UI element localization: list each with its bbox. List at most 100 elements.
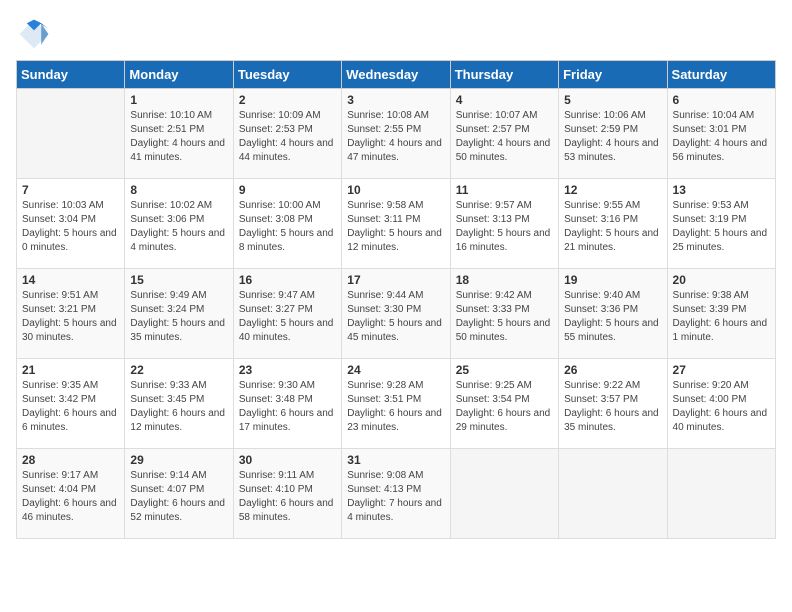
day-number: 10 xyxy=(347,183,444,197)
calendar-cell: 4 Sunrise: 10:07 AMSunset: 2:57 PMDayligh… xyxy=(450,89,558,179)
calendar-week-row: 21 Sunrise: 9:35 AMSunset: 3:42 PMDayligh… xyxy=(17,359,776,449)
day-header-tuesday: Tuesday xyxy=(233,61,341,89)
day-info: Sunrise: 9:49 AMSunset: 3:24 PMDaylight:… xyxy=(130,289,227,345)
day-info: Sunrise: 9:57 AMSunset: 3:13 PMDaylight:… xyxy=(456,199,553,255)
calendar-cell: 9 Sunrise: 10:00 AMSunset: 3:08 PMDayligh… xyxy=(233,179,341,269)
day-info: Sunrise: 10:09 AMSunset: 2:53 PMDaylight… xyxy=(239,109,336,165)
calendar-cell xyxy=(450,449,558,539)
day-number: 31 xyxy=(347,453,444,467)
day-number: 16 xyxy=(239,273,336,287)
day-info: Sunrise: 9:08 AMSunset: 4:13 PMDaylight:… xyxy=(347,469,444,525)
calendar-cell: 2 Sunrise: 10:09 AMSunset: 2:53 PMDayligh… xyxy=(233,89,341,179)
day-number: 4 xyxy=(456,93,553,107)
day-info: Sunrise: 9:55 AMSunset: 3:16 PMDaylight:… xyxy=(564,199,661,255)
day-number: 29 xyxy=(130,453,227,467)
day-info: Sunrise: 10:08 AMSunset: 2:55 PMDaylight… xyxy=(347,109,444,165)
day-number: 6 xyxy=(673,93,770,107)
calendar-cell: 3 Sunrise: 10:08 AMSunset: 2:55 PMDayligh… xyxy=(342,89,450,179)
day-number: 11 xyxy=(456,183,553,197)
calendar-cell: 15 Sunrise: 9:49 AMSunset: 3:24 PMDayligh… xyxy=(125,269,233,359)
day-number: 15 xyxy=(130,273,227,287)
day-info: Sunrise: 10:07 AMSunset: 2:57 PMDaylight… xyxy=(456,109,553,165)
day-header-friday: Friday xyxy=(559,61,667,89)
calendar-cell: 25 Sunrise: 9:25 AMSunset: 3:54 PMDayligh… xyxy=(450,359,558,449)
day-info: Sunrise: 9:11 AMSunset: 4:10 PMDaylight:… xyxy=(239,469,336,525)
calendar-cell: 8 Sunrise: 10:02 AMSunset: 3:06 PMDayligh… xyxy=(125,179,233,269)
calendar-week-row: 1 Sunrise: 10:10 AMSunset: 2:51 PMDayligh… xyxy=(17,89,776,179)
calendar-cell: 13 Sunrise: 9:53 AMSunset: 3:19 PMDayligh… xyxy=(667,179,775,269)
day-info: Sunrise: 9:17 AMSunset: 4:04 PMDaylight:… xyxy=(22,469,119,525)
day-info: Sunrise: 10:10 AMSunset: 2:51 PMDaylight… xyxy=(130,109,227,165)
calendar-cell: 14Sunrise: 9:51 AMSunset: 3:21 PMDayligh… xyxy=(17,269,125,359)
day-info: Sunrise: 9:38 AMSunset: 3:39 PMDaylight:… xyxy=(673,289,770,345)
day-info: Sunrise: 9:58 AMSunset: 3:11 PMDaylight:… xyxy=(347,199,444,255)
day-number: 20 xyxy=(673,273,770,287)
day-info: Sunrise: 9:25 AMSunset: 3:54 PMDaylight:… xyxy=(456,379,553,435)
day-number: 2 xyxy=(239,93,336,107)
day-info: Sunrise: 9:28 AMSunset: 3:51 PMDaylight:… xyxy=(347,379,444,435)
day-info: Sunrise: 9:35 AMSunset: 3:42 PMDaylight:… xyxy=(22,379,119,435)
calendar-cell: 1 Sunrise: 10:10 AMSunset: 2:51 PMDayligh… xyxy=(125,89,233,179)
day-number: 27 xyxy=(673,363,770,377)
day-number: 19 xyxy=(564,273,661,287)
day-info: Sunrise: 9:53 AMSunset: 3:19 PMDaylight:… xyxy=(673,199,770,255)
day-info: Sunrise: 9:33 AMSunset: 3:45 PMDaylight:… xyxy=(130,379,227,435)
calendar-cell: 29 Sunrise: 9:14 AMSunset: 4:07 PMDayligh… xyxy=(125,449,233,539)
day-number: 21 xyxy=(22,363,119,377)
calendar-cell: 12 Sunrise: 9:55 AMSunset: 3:16 PMDayligh… xyxy=(559,179,667,269)
calendar-cell: 18Sunrise: 9:42 AMSunset: 3:33 PMDayligh… xyxy=(450,269,558,359)
calendar-cell xyxy=(667,449,775,539)
page-header xyxy=(16,16,776,52)
calendar-header-row: SundayMondayTuesdayWednesdayThursdayFrid… xyxy=(17,61,776,89)
calendar-cell: 20 Sunrise: 9:38 AMSunset: 3:39 PMDayligh… xyxy=(667,269,775,359)
day-number: 8 xyxy=(130,183,227,197)
day-number: 30 xyxy=(239,453,336,467)
day-info: Sunrise: 9:30 AMSunset: 3:48 PMDaylight:… xyxy=(239,379,336,435)
calendar-cell: 30 Sunrise: 9:11 AMSunset: 4:10 PMDayligh… xyxy=(233,449,341,539)
day-number: 25 xyxy=(456,363,553,377)
calendar-cell: 11 Sunrise: 9:57 AMSunset: 3:13 PMDayligh… xyxy=(450,179,558,269)
calendar-cell: 16 Sunrise: 9:47 AMSunset: 3:27 PMDayligh… xyxy=(233,269,341,359)
calendar-cell: 21 Sunrise: 9:35 AMSunset: 3:42 PMDayligh… xyxy=(17,359,125,449)
calendar-cell: 19 Sunrise: 9:40 AMSunset: 3:36 PMDayligh… xyxy=(559,269,667,359)
calendar-cell: 31 Sunrise: 9:08 AMSunset: 4:13 PMDayligh… xyxy=(342,449,450,539)
calendar-cell: 24Sunrise: 9:28 AMSunset: 3:51 PMDayligh… xyxy=(342,359,450,449)
day-info: Sunrise: 10:02 AMSunset: 3:06 PMDaylight… xyxy=(130,199,227,255)
calendar-cell: 27Sunrise: 9:20 AMSunset: 4:00 PMDayligh… xyxy=(667,359,775,449)
day-number: 22 xyxy=(130,363,227,377)
calendar-cell xyxy=(17,89,125,179)
day-number: 14 xyxy=(22,273,119,287)
logo-icon xyxy=(16,16,52,52)
day-info: Sunrise: 9:47 AMSunset: 3:27 PMDaylight:… xyxy=(239,289,336,345)
day-header-saturday: Saturday xyxy=(667,61,775,89)
day-info: Sunrise: 10:00 AMSunset: 3:08 PMDaylight… xyxy=(239,199,336,255)
day-number: 17 xyxy=(347,273,444,287)
day-number: 1 xyxy=(130,93,227,107)
day-number: 3 xyxy=(347,93,444,107)
day-number: 9 xyxy=(239,183,336,197)
day-number: 12 xyxy=(564,183,661,197)
calendar-cell: 7 Sunrise: 10:03 AMSunset: 3:04 PMDayligh… xyxy=(17,179,125,269)
day-header-thursday: Thursday xyxy=(450,61,558,89)
day-header-monday: Monday xyxy=(125,61,233,89)
day-number: 7 xyxy=(22,183,119,197)
day-number: 13 xyxy=(673,183,770,197)
day-info: Sunrise: 9:40 AMSunset: 3:36 PMDaylight:… xyxy=(564,289,661,345)
day-header-sunday: Sunday xyxy=(17,61,125,89)
calendar-week-row: 28Sunrise: 9:17 AMSunset: 4:04 PMDayligh… xyxy=(17,449,776,539)
day-info: Sunrise: 10:06 AMSunset: 2:59 PMDaylight… xyxy=(564,109,661,165)
calendar-cell xyxy=(559,449,667,539)
calendar-week-row: 7 Sunrise: 10:03 AMSunset: 3:04 PMDayligh… xyxy=(17,179,776,269)
calendar-cell: 22 Sunrise: 9:33 AMSunset: 3:45 PMDayligh… xyxy=(125,359,233,449)
day-number: 26 xyxy=(564,363,661,377)
day-info: Sunrise: 9:44 AMSunset: 3:30 PMDaylight:… xyxy=(347,289,444,345)
logo xyxy=(16,16,58,52)
day-number: 23 xyxy=(239,363,336,377)
day-info: Sunrise: 10:03 AMSunset: 3:04 PMDaylight… xyxy=(22,199,119,255)
calendar-week-row: 14Sunrise: 9:51 AMSunset: 3:21 PMDayligh… xyxy=(17,269,776,359)
calendar-cell: 17 Sunrise: 9:44 AMSunset: 3:30 PMDayligh… xyxy=(342,269,450,359)
day-info: Sunrise: 9:42 AMSunset: 3:33 PMDaylight:… xyxy=(456,289,553,345)
calendar-cell: 26Sunrise: 9:22 AMSunset: 3:57 PMDayligh… xyxy=(559,359,667,449)
day-header-wednesday: Wednesday xyxy=(342,61,450,89)
day-info: Sunrise: 9:14 AMSunset: 4:07 PMDaylight:… xyxy=(130,469,227,525)
